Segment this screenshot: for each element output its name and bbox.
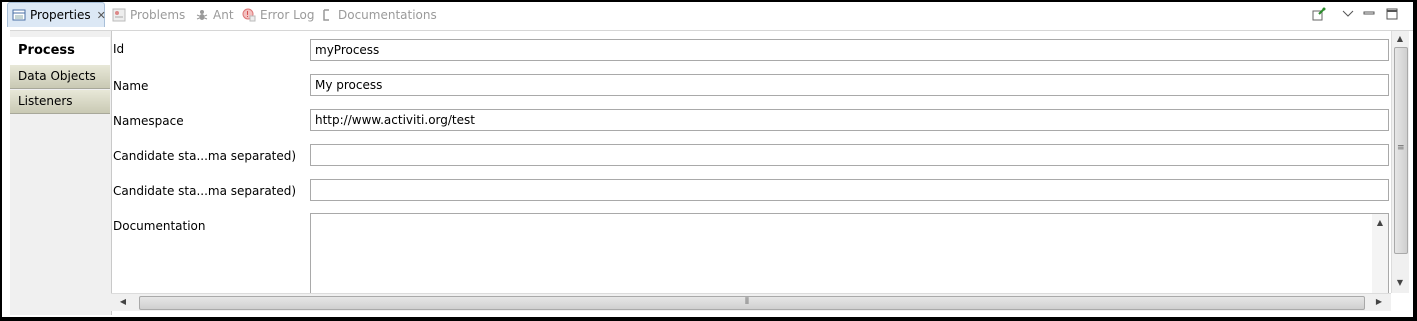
tab-ant[interactable]: Ant [195,2,234,28]
scroll-down-icon[interactable]: ▼ [1394,278,1406,287]
tab-error-log[interactable]: ! Error Log [242,2,315,28]
tab-properties[interactable]: Properties ✕ [7,2,106,27]
scroll-up-icon[interactable]: ▲ [1394,34,1406,43]
tab-label: Error Log [260,8,315,22]
documentation-field[interactable]: ▲ [310,213,1389,293]
scroll-left-icon[interactable]: ◀ [117,297,129,306]
properties-content: Process Data Objects Listeners Id Name N… [10,30,1413,315]
view-tab-bar: Properties ✕ Problems Ant ! Error Log Do… [2,2,1413,28]
property-section-tabs: Process Data Objects Listeners [10,31,112,315]
tab-label: Properties [30,8,91,22]
documentation-scrollbar[interactable]: ▲ [1372,214,1388,293]
tab-label: Ant [213,8,234,22]
error-log-icon: ! [242,8,256,22]
name-field[interactable] [310,74,1389,96]
view-menu-icon[interactable] [1341,7,1355,21]
candidate-starter-users-label: Candidate sta...ma separated) [113,149,297,163]
close-icon[interactable]: ✕ [97,9,106,22]
svg-text:!: ! [246,10,249,19]
grip-icon: ≡ [1397,143,1405,153]
problems-icon [112,8,126,22]
maximize-icon[interactable] [1385,7,1399,21]
ant-icon [195,8,209,22]
namespace-field[interactable] [310,109,1389,131]
horizontal-scroll-thumb[interactable]: ⦀ [139,296,1365,310]
sidebar-item-process[interactable]: Process [10,37,110,65]
horizontal-scrollbar[interactable]: ◀ ⦀ ▶ [111,293,1391,311]
process-form: Id Name Namespace Candidate sta...ma sep… [111,31,1391,293]
properties-icon [12,8,26,22]
tab-documentations[interactable]: Documentations [320,2,437,28]
sidebar-item-data-objects[interactable]: Data Objects [10,65,110,89]
vertical-scroll-thumb[interactable]: ≡ [1394,47,1408,254]
tab-problems[interactable]: Problems [112,2,185,28]
candidate-starter-users-field[interactable] [310,144,1389,166]
scroll-right-icon[interactable]: ▶ [1373,297,1385,306]
minimize-icon[interactable] [1362,7,1376,21]
id-field[interactable] [310,39,1389,61]
documentation-label: Documentation [113,219,206,233]
sidebar-item-listeners[interactable]: Listeners [10,90,110,114]
name-label: Name [113,79,149,93]
pin-icon[interactable] [1312,7,1326,21]
scroll-up-icon[interactable]: ▲ [1374,218,1386,227]
vertical-scrollbar[interactable]: ▲ ≡ ▼ [1391,31,1409,293]
namespace-label: Namespace [113,114,184,128]
candidate-starter-groups-label: Candidate sta...ma separated) [113,184,297,198]
properties-view: Properties ✕ Problems Ant ! Error Log Do… [2,2,1413,317]
documentation-icon [320,8,334,22]
grip-icon: ⦀ [745,297,749,307]
tab-label: Problems [130,8,186,22]
candidate-starter-groups-field[interactable] [310,179,1389,201]
id-label: Id [113,42,125,56]
tab-label: Documentations [338,8,437,22]
